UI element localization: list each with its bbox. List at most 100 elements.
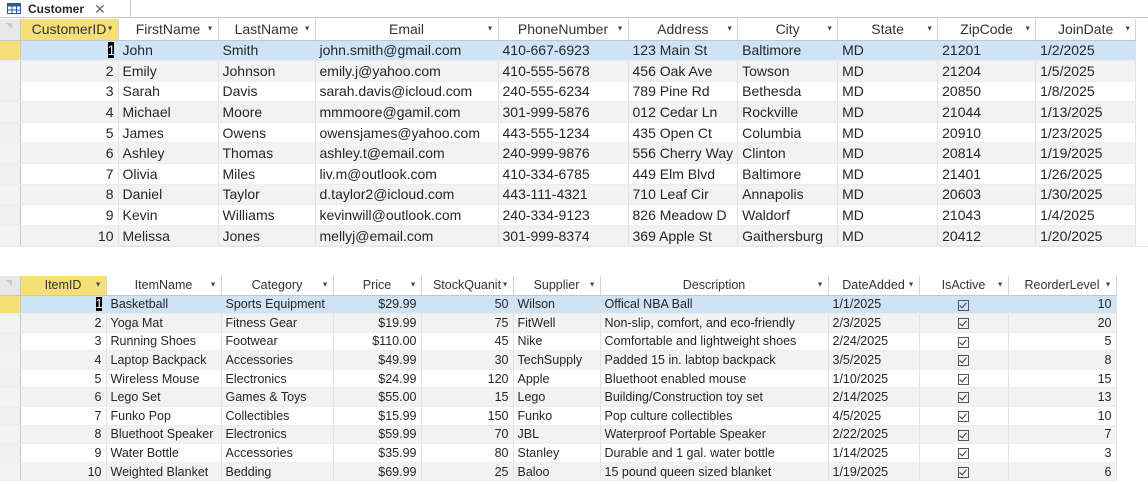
cell-reorderlevel[interactable]: 3 xyxy=(1008,443,1117,463)
cell-email[interactable]: sarah.davis@icloud.com xyxy=(315,81,499,103)
cell-description[interactable]: Pop culture collectibles xyxy=(600,406,829,426)
cell-zipcode[interactable]: 20850 xyxy=(937,81,1037,103)
cell-isactive[interactable] xyxy=(919,332,1009,352)
cell-category[interactable]: Fitness Gear xyxy=(221,313,334,333)
cell-reorderlevel[interactable]: 5 xyxy=(1008,332,1117,352)
cell-lastname[interactable]: Smith xyxy=(218,40,316,62)
cell-isactive[interactable] xyxy=(919,295,1009,315)
cell-firstname[interactable]: Sarah xyxy=(118,81,219,103)
record-selector[interactable] xyxy=(0,204,21,226)
cell-joindate[interactable]: 1/30/2025 xyxy=(1035,184,1137,206)
cell-price[interactable]: $19.99 xyxy=(333,313,422,333)
cell-reorderlevel[interactable]: 6 xyxy=(1008,462,1117,482)
cell-firstname[interactable]: Ashley xyxy=(118,142,219,165)
cell-isactive[interactable] xyxy=(919,350,1009,370)
record-selector[interactable] xyxy=(0,184,21,206)
checkbox-checked-icon[interactable] xyxy=(958,392,969,404)
column-header-dateadded[interactable]: DateAdded ▼ xyxy=(828,276,920,296)
cell-supplier[interactable]: TechSupply xyxy=(513,350,601,370)
cell-joindate[interactable]: 1/2/2025 xyxy=(1035,40,1137,62)
table-row[interactable]: 4 Laptop Backpack Accessories $49.99 30 TechS… xyxy=(0,350,1117,370)
cell-price[interactable]: $24.99 xyxy=(333,369,422,389)
column-header-description[interactable]: Description ▼ xyxy=(600,276,829,296)
select-all-corner[interactable] xyxy=(0,19,21,41)
column-header-supplier[interactable]: Supplier ▼ xyxy=(513,276,601,296)
chevron-down-icon[interactable]: ▼ xyxy=(95,282,102,289)
table-row[interactable]: 10 Melissa Jones mellyj@email.com 301-999-83… xyxy=(0,225,1137,247)
cell-address[interactable]: 456 Oak Ave xyxy=(628,60,739,82)
cell-email[interactable]: d.taylor2@icloud.com xyxy=(315,184,499,206)
cell-itemname[interactable]: Running Shoes xyxy=(106,332,222,352)
cell-category[interactable]: Electronics xyxy=(221,425,334,445)
cell-itemid[interactable]: 4 xyxy=(20,350,107,370)
cell-isactive[interactable] xyxy=(919,313,1009,333)
table-row[interactable]: 5 Wireless Mouse Electronics $24.99 120 Apple… xyxy=(0,369,1117,389)
cell-category[interactable]: Sports Equipment xyxy=(221,295,334,315)
table-row[interactable]: 5 James Owens owensjames@yahoo.com 443-555-1… xyxy=(0,122,1137,144)
cell-category[interactable]: Accessories xyxy=(221,350,334,370)
cell-itemid[interactable]: 2 xyxy=(20,313,107,333)
cell-lastname[interactable]: Jones xyxy=(218,225,316,247)
cell-stockquanit[interactable]: 45 xyxy=(421,332,514,352)
chevron-down-icon[interactable]: ▼ xyxy=(817,282,824,289)
cell-email[interactable]: owensjames@yahoo.com xyxy=(315,122,499,144)
cell-itemname[interactable]: Weighted Blanket xyxy=(106,462,222,482)
record-selector[interactable] xyxy=(0,425,21,445)
cell-firstname[interactable]: Emily xyxy=(118,60,219,82)
table-row[interactable]: 2 Emily Johnson emily.j@yahoo.com 410-555-56… xyxy=(0,60,1137,82)
cell-phonenumber[interactable]: 410-555-5678 xyxy=(498,60,629,82)
chevron-down-icon[interactable]: ▼ xyxy=(1024,26,1031,33)
cell-supplier[interactable]: Lego xyxy=(513,387,601,408)
cell-description[interactable]: Durable and 1 gal. water bottle xyxy=(600,443,829,463)
cell-lastname[interactable]: Davis xyxy=(218,81,316,103)
cell-description[interactable]: Comfortable and lightweight shoes xyxy=(600,332,829,352)
cell-city[interactable]: Waldorf xyxy=(737,204,839,226)
cell-joindate[interactable]: 1/26/2025 xyxy=(1035,163,1137,185)
cell-email[interactable]: mellyj@email.com xyxy=(315,225,499,247)
cell-firstname[interactable]: Melissa xyxy=(118,225,219,247)
cell-dateadded[interactable]: 2/14/2025 xyxy=(828,387,920,408)
column-header-stockquanit[interactable]: StockQuanit ▼ xyxy=(421,276,514,296)
cell-city[interactable]: Annapolis xyxy=(737,184,839,206)
cell-customerid[interactable]: 6 xyxy=(20,142,119,165)
chevron-down-icon[interactable]: ▼ xyxy=(410,282,417,289)
cell-lastname[interactable]: Williams xyxy=(218,204,316,226)
cell-dateadded[interactable]: 1/19/2025 xyxy=(828,462,920,482)
cell-reorderlevel[interactable]: 10 xyxy=(1008,406,1117,426)
chevron-down-icon[interactable]: ▼ xyxy=(1124,26,1131,33)
column-header-phonenumber[interactable]: PhoneNumber ▼ xyxy=(498,19,629,41)
cell-lastname[interactable]: Miles xyxy=(218,163,316,185)
cell-stockquanit[interactable]: 80 xyxy=(421,443,514,463)
chevron-down-icon[interactable]: ▼ xyxy=(908,282,915,289)
table-row[interactable]: 1 Basketball Sports Equipment $29.99 50 Wilso… xyxy=(0,295,1117,315)
cell-phonenumber[interactable]: 240-334-9123 xyxy=(498,204,629,226)
cell-reorderlevel[interactable]: 13 xyxy=(1008,387,1117,408)
chevron-down-icon[interactable]: ▼ xyxy=(487,26,494,33)
record-selector[interactable] xyxy=(0,387,21,408)
cell-itemid[interactable]: 1 xyxy=(20,295,107,315)
cell-zipcode[interactable]: 21204 xyxy=(937,60,1037,82)
column-header-reorderlevel[interactable]: ReorderLevel ▼ xyxy=(1008,276,1117,296)
cell-isactive[interactable] xyxy=(919,369,1009,389)
cell-state[interactable]: MD xyxy=(837,184,939,206)
cell-phonenumber[interactable]: 240-999-9876 xyxy=(498,142,629,165)
cell-itemname[interactable]: Funko Pop xyxy=(106,406,222,426)
column-header-isactive[interactable]: IsActive ▼ xyxy=(919,276,1009,296)
cell-address[interactable]: 123 Main St xyxy=(628,40,739,62)
cell-reorderlevel[interactable]: 15 xyxy=(1008,369,1117,389)
cell-joindate[interactable]: 1/13/2025 xyxy=(1035,101,1137,123)
cell-customerid[interactable]: 10 xyxy=(20,225,119,247)
cell-zipcode[interactable]: 21201 xyxy=(937,40,1037,62)
cell-city[interactable]: Clinton xyxy=(737,142,839,165)
cell-itemid[interactable]: 6 xyxy=(20,387,107,408)
chevron-down-icon[interactable]: ▼ xyxy=(997,282,1004,289)
chevron-down-icon[interactable]: ▼ xyxy=(926,26,933,33)
cell-supplier[interactable]: Wilson xyxy=(513,295,601,315)
cell-price[interactable]: $15.99 xyxy=(333,406,422,426)
cell-stockquanit[interactable]: 120 xyxy=(421,369,514,389)
cell-lastname[interactable]: Thomas xyxy=(218,142,316,165)
table-row[interactable]: 10 Weighted Blanket Bedding $69.99 25 Baloo 15… xyxy=(0,462,1117,482)
cell-lastname[interactable]: Owens xyxy=(218,122,316,144)
cell-isactive[interactable] xyxy=(919,406,1009,426)
cell-firstname[interactable]: Kevin xyxy=(118,204,219,226)
